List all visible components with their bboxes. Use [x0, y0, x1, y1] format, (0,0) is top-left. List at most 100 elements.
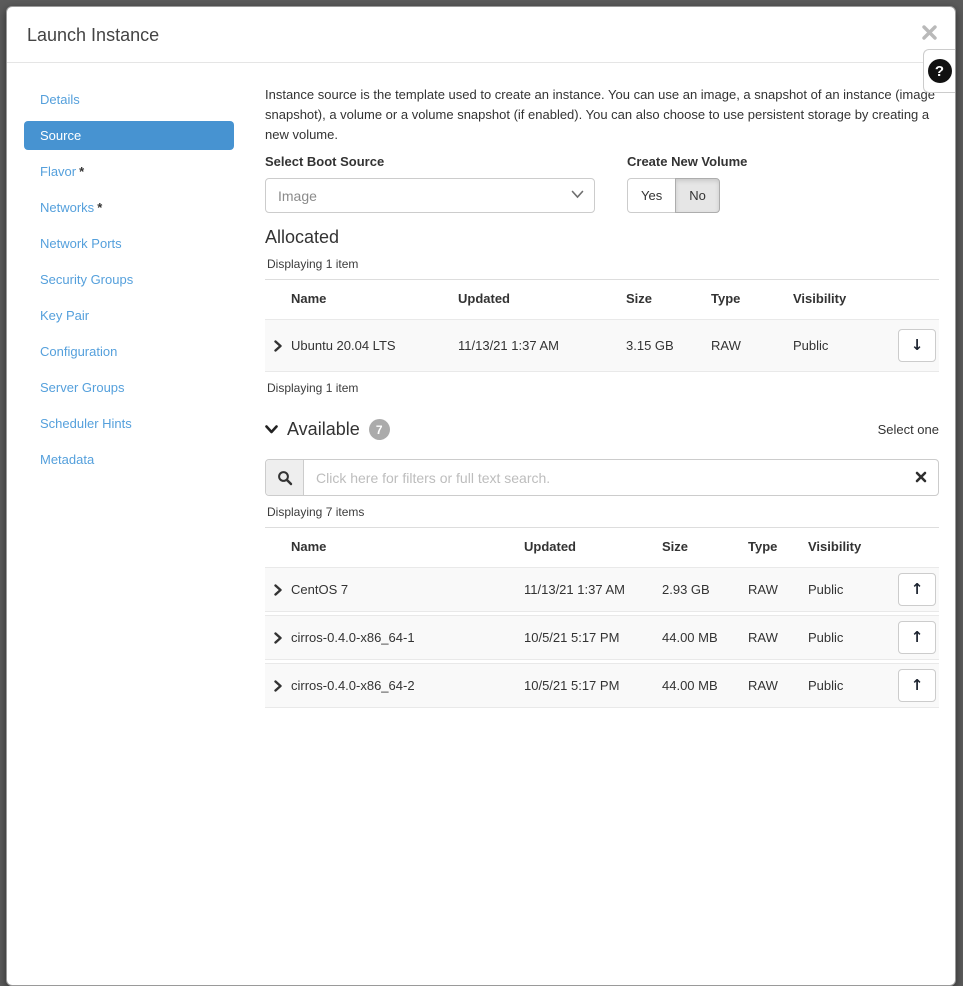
cell-size: 3.15 GB	[626, 338, 711, 353]
sidebar-item-label: Key Pair	[40, 308, 89, 323]
sidebar-item-label: Server Groups	[40, 380, 125, 395]
boot-source-label: Select Boot Source	[265, 154, 595, 169]
sidebar-item-source[interactable]: Source	[24, 121, 234, 150]
available-count-badge: 7	[369, 419, 390, 440]
column-header-name: Name	[291, 539, 524, 554]
sidebar-item-label: Security Groups	[40, 272, 133, 287]
create-volume-toggle: Yes No	[627, 178, 720, 213]
sidebar-item-configuration[interactable]: Configuration	[24, 337, 234, 366]
cell-visibility: Public	[793, 338, 891, 353]
boot-source-select[interactable]: Image	[265, 178, 595, 213]
close-icon	[922, 25, 937, 40]
modal-backdrop: { "dialog": { "title": "Launch Instance"…	[0, 0, 963, 703]
cell-updated: 11/13/21 1:37 AM	[524, 582, 662, 597]
sidebar-item-metadata[interactable]: Metadata	[24, 445, 234, 474]
column-header-type: Type	[711, 291, 793, 306]
sidebar-item-server-groups[interactable]: Server Groups	[24, 373, 234, 402]
sidebar-item-label: Network Ports	[40, 236, 122, 251]
chevron-right-icon	[274, 340, 282, 352]
sidebar-item-label: Details	[40, 92, 80, 107]
boot-source-form-row: Select Boot Source Image Create New Volu…	[265, 154, 939, 213]
arrow-up-icon: ↑	[911, 676, 924, 694]
sidebar-item-label: Scheduler Hints	[40, 416, 132, 431]
source-panel: Instance source is the template used to …	[249, 63, 955, 985]
expand-row-toggle[interactable]	[265, 680, 291, 692]
launch-instance-dialog: Launch Instance ? Details Source Flavor*…	[6, 6, 956, 986]
cell-type: RAW	[711, 338, 793, 353]
cell-size: 44.00 MB	[662, 630, 748, 645]
sidebar-item-flavor[interactable]: Flavor*	[24, 157, 234, 186]
chevron-down-icon	[265, 425, 278, 434]
search-addon	[266, 460, 304, 495]
select-one-hint: Select one	[878, 422, 939, 437]
required-marker: *	[79, 164, 84, 179]
clear-search-button[interactable]	[913, 469, 929, 488]
expand-row-toggle[interactable]	[265, 632, 291, 644]
available-table-header: Name Updated Size Type Visibility	[265, 527, 939, 567]
cell-name: Ubuntu 20.04 LTS	[291, 338, 458, 353]
cell-visibility: Public	[808, 630, 891, 645]
table-row: cirros-0.4.0-x86_64-2 10/5/21 5:17 PM 44…	[265, 663, 939, 708]
available-heading: Available	[287, 419, 360, 440]
cell-size: 44.00 MB	[662, 678, 748, 693]
create-volume-field: Create New Volume Yes No	[627, 154, 747, 213]
allocated-heading: Allocated	[265, 227, 939, 248]
column-header-size: Size	[662, 539, 748, 554]
table-row: cirros-0.4.0-x86_64-1 10/5/21 5:17 PM 44…	[265, 615, 939, 660]
create-volume-label: Create New Volume	[627, 154, 747, 169]
help-icon: ?	[928, 59, 952, 83]
allocate-button[interactable]: ↑	[898, 573, 936, 606]
chevron-right-icon	[274, 680, 282, 692]
cell-updated: 10/5/21 5:17 PM	[524, 678, 662, 693]
cell-type: RAW	[748, 582, 808, 597]
cell-type: RAW	[748, 678, 808, 693]
arrow-up-icon: ↑	[911, 628, 924, 646]
sidebar-item-label: Flavor	[40, 164, 76, 179]
allocated-count-top: Displaying 1 item	[267, 257, 939, 271]
allocated-table-header: Name Updated Size Type Visibility	[265, 279, 939, 319]
column-header-visibility: Visibility	[793, 291, 891, 306]
sidebar-item-security-groups[interactable]: Security Groups	[24, 265, 234, 294]
column-header-name: Name	[291, 291, 458, 306]
required-marker: *	[97, 200, 102, 215]
column-header-updated: Updated	[524, 539, 662, 554]
search-input[interactable]	[304, 460, 938, 495]
column-header-updated: Updated	[458, 291, 626, 306]
column-header-visibility: Visibility	[808, 539, 891, 554]
column-header-type: Type	[748, 539, 808, 554]
sidebar-item-key-pair[interactable]: Key Pair	[24, 301, 234, 330]
allocate-button[interactable]: ↑	[898, 621, 936, 654]
search-bar	[265, 459, 939, 496]
cell-updated: 11/13/21 1:37 AM	[458, 338, 626, 353]
allocate-button[interactable]: ↑	[898, 669, 936, 702]
expand-row-toggle[interactable]	[265, 584, 291, 596]
table-row: Ubuntu 20.04 LTS 11/13/21 1:37 AM 3.15 G…	[265, 319, 939, 372]
dialog-body: Details Source Flavor* Networks* Network…	[7, 63, 955, 985]
available-collapse-toggle[interactable]: Available 7	[265, 419, 390, 440]
sidebar-item-networks[interactable]: Networks*	[24, 193, 234, 222]
sidebar-item-network-ports[interactable]: Network Ports	[24, 229, 234, 258]
sidebar-item-scheduler-hints[interactable]: Scheduler Hints	[24, 409, 234, 438]
cell-visibility: Public	[808, 678, 891, 693]
help-question-mark: ?	[935, 63, 944, 80]
expand-row-toggle[interactable]	[265, 340, 291, 352]
page-title: Launch Instance	[27, 25, 159, 45]
create-volume-yes-button[interactable]: Yes	[627, 178, 676, 213]
dialog-header: Launch Instance	[7, 7, 955, 63]
cell-updated: 10/5/21 5:17 PM	[524, 630, 662, 645]
arrow-up-icon: ↑	[911, 580, 924, 598]
chevron-right-icon	[274, 632, 282, 644]
search-icon	[277, 470, 293, 486]
cell-name: cirros-0.4.0-x86_64-1	[291, 630, 524, 645]
sidebar-item-label: Networks	[40, 200, 94, 215]
sidebar-item-label: Source	[40, 128, 81, 143]
available-count: Displaying 7 items	[267, 505, 939, 519]
sidebar-item-details[interactable]: Details	[24, 85, 234, 114]
close-button[interactable]	[920, 23, 939, 44]
boot-source-field: Select Boot Source Image	[265, 154, 595, 213]
wizard-nav: Details Source Flavor* Networks* Network…	[7, 63, 249, 985]
help-button[interactable]: ?	[923, 49, 955, 93]
create-volume-no-button[interactable]: No	[675, 178, 720, 213]
available-header-row: Available 7 Select one	[265, 419, 939, 440]
deallocate-button[interactable]: ↓	[898, 329, 936, 362]
